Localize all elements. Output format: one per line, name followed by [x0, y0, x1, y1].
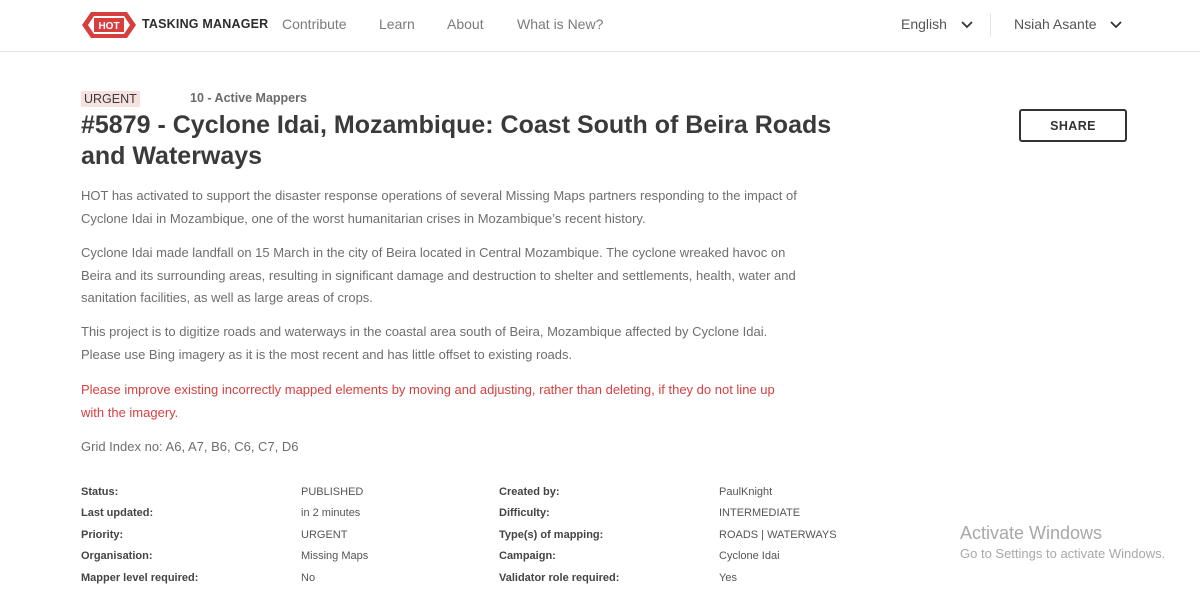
chevron-down-icon — [961, 21, 973, 29]
grid-index: Grid Index no: A6, A7, B6, C6, C7, D6 — [81, 439, 299, 454]
nav-learn[interactable]: Learn — [379, 16, 415, 32]
detail-label: Status: — [81, 486, 119, 498]
detail-label: Type(s) of mapping: — [499, 529, 604, 541]
detail-value: Missing Maps — [301, 550, 369, 562]
active-mappers-count: 10 - Active Mappers — [190, 91, 307, 105]
detail-value: ROADS | WATERWAYS — [719, 529, 837, 541]
detail-label: Validator role required: — [499, 572, 620, 584]
detail-value: INTERMEDIATE — [719, 507, 801, 519]
share-button[interactable]: SHARE — [1019, 109, 1127, 142]
chevron-down-icon — [1110, 21, 1123, 29]
detail-value: in 2 minutes — [301, 507, 361, 519]
detail-label: Last updated: — [81, 507, 154, 519]
activate-windows-hint: Go to Settings to activate Windows. — [960, 546, 1166, 561]
description-paragraph: HOT has activated to support the disaste… — [81, 188, 797, 226]
nav-contribute[interactable]: Contribute — [282, 16, 347, 32]
activate-windows-watermark: Activate Windows — [960, 523, 1103, 543]
detail-value: PUBLISHED — [301, 486, 364, 498]
brand-name[interactable]: TASKING MANAGER — [142, 17, 268, 31]
logo-text: HOT — [98, 21, 119, 32]
detail-value: Yes — [719, 572, 737, 584]
nav-about[interactable]: About — [447, 16, 484, 32]
language-selector[interactable]: English — [901, 16, 973, 32]
user-name: Nsiah Asante — [1014, 16, 1097, 32]
detail-label: Campaign: — [499, 550, 556, 562]
language-label: English — [901, 16, 947, 32]
priority-badge: URGENT — [81, 91, 140, 107]
header-divider — [990, 13, 991, 37]
detail-label: Mapper level required: — [81, 572, 199, 584]
detail-label: Created by: — [499, 486, 560, 498]
project-title: #5879 - Cyclone Idai, Mozambique: Coast … — [81, 111, 832, 170]
detail-value: PaulKnight — [719, 486, 773, 498]
detail-value: URGENT — [301, 529, 348, 541]
detail-label: Organisation: — [81, 550, 153, 562]
detail-label: Priority: — [81, 529, 124, 541]
nav-whats-new[interactable]: What is New? — [517, 16, 603, 32]
detail-label: Difficulty: — [499, 507, 550, 519]
top-navigation-bar: HOT TASKING MANAGER Contribute Learn Abo… — [0, 0, 1200, 52]
detail-value: No — [301, 572, 316, 584]
user-menu[interactable]: Nsiah Asante — [1014, 16, 1123, 32]
detail-value: Cyclone Idai — [719, 550, 780, 562]
description-paragraph: This project is to digitize roads and wa… — [81, 324, 768, 362]
hot-logo[interactable]: HOT — [82, 8, 136, 42]
description-paragraph: Cyclone Idai made landfall on 15 March i… — [81, 245, 796, 305]
instruction-warning: Please improve existing incorrectly mapp… — [81, 382, 775, 420]
